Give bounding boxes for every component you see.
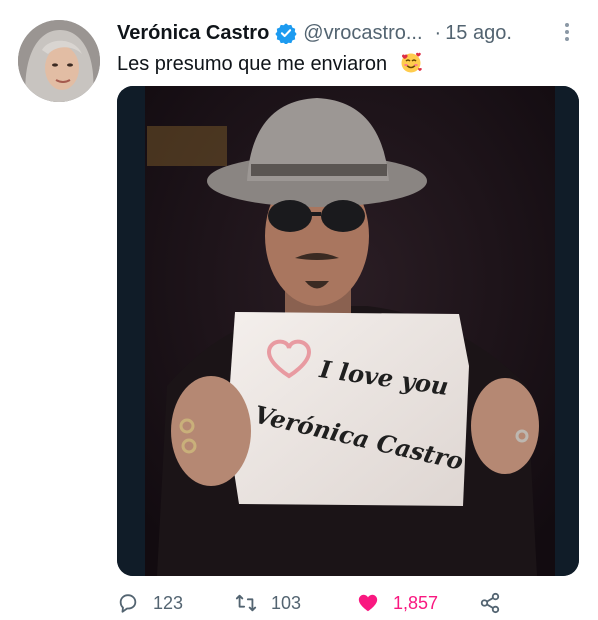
tweet-actions: 123 103 1,857 (117, 592, 578, 620)
retweet-button[interactable]: 103 (235, 592, 301, 614)
tweet-text: Les presumo que me enviaron (117, 50, 423, 76)
reply-button[interactable]: 123 (117, 592, 183, 614)
retweet-count: 103 (271, 592, 302, 613)
tweet-date[interactable]: 15 ago. (445, 22, 512, 45)
author-name[interactable]: Verónica Castro (117, 22, 269, 45)
more-options-icon[interactable] (562, 20, 572, 46)
tweet-header: Verónica Castro @vrocastro... · 15 ago. (117, 18, 582, 48)
verified-badge-icon (275, 23, 297, 44)
retweet-icon (235, 594, 257, 612)
tweet-text-content: Les presumo que me enviaron (117, 53, 388, 75)
photo-scene: I love you Verónica Castro (117, 86, 579, 576)
share-button[interactable] (479, 592, 515, 614)
reply-icon (119, 594, 137, 613)
reply-count: 123 (153, 592, 184, 613)
author-handle[interactable]: @vrocastro... (303, 22, 422, 45)
header-separator: · (434, 21, 442, 44)
tweet-image[interactable]: I love you Verónica Castro (117, 86, 579, 576)
like-count: 1,857 (393, 592, 439, 613)
like-button[interactable]: 1,857 (357, 592, 438, 614)
author-avatar[interactable] (18, 20, 100, 102)
share-icon (480, 592, 500, 614)
heart-filled-icon (358, 594, 378, 612)
smiling-face-with-hearts-icon (401, 52, 422, 73)
avatar-photo (18, 20, 100, 102)
